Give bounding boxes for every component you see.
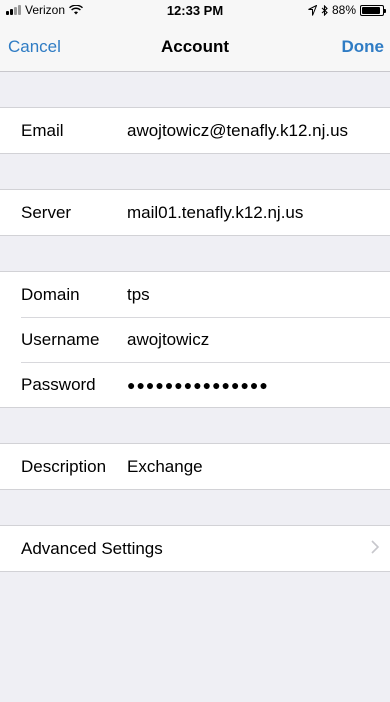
- server-label: Server: [21, 203, 72, 222]
- battery-icon: [360, 4, 386, 16]
- username-field[interactable]: awojtowicz: [127, 330, 209, 350]
- password-label: Password: [21, 375, 96, 394]
- bluetooth-icon: [321, 4, 328, 16]
- credentials-group: Domain tps Username awojtowicz Password …: [0, 271, 390, 408]
- page-title: Account: [161, 37, 229, 56]
- description-group: Description Exchange: [0, 443, 390, 490]
- username-row[interactable]: Username awojtowicz: [0, 317, 390, 362]
- description-label: Description: [21, 457, 107, 476]
- chevron-right-icon: [371, 540, 380, 554]
- server-group: Server mail01.tenafly.k12.nj.us: [0, 189, 390, 236]
- description-row[interactable]: Description Exchange: [0, 444, 390, 489]
- advanced-settings-row[interactable]: Advanced Settings: [0, 526, 390, 571]
- email-field[interactable]: awojtowicz@tenafly.k12.nj.us: [127, 121, 348, 141]
- description-field[interactable]: Exchange: [127, 457, 203, 477]
- account-form: Email awojtowicz@tenafly.k12.nj.us Serve…: [0, 72, 390, 702]
- email-row[interactable]: Email awojtowicz@tenafly.k12.nj.us: [0, 108, 390, 153]
- location-icon: [308, 4, 317, 16]
- server-row[interactable]: Server mail01.tenafly.k12.nj.us: [0, 190, 390, 235]
- server-field[interactable]: mail01.tenafly.k12.nj.us: [127, 203, 303, 223]
- done-button[interactable]: Done: [342, 37, 385, 57]
- status-right: 88%: [308, 3, 386, 17]
- password-row[interactable]: Password ●●●●●●●●●●●●●●●: [0, 362, 390, 407]
- nav-bar: Cancel Account Done: [0, 22, 390, 72]
- password-field[interactable]: ●●●●●●●●●●●●●●●: [127, 377, 269, 393]
- domain-row[interactable]: Domain tps: [0, 272, 390, 317]
- domain-field[interactable]: tps: [127, 285, 150, 305]
- advanced-settings-label: Advanced Settings: [21, 539, 163, 558]
- advanced-group: Advanced Settings: [0, 525, 390, 572]
- domain-label: Domain: [21, 285, 80, 304]
- battery-percent: 88%: [331, 3, 356, 17]
- email-label: Email: [21, 121, 64, 140]
- username-label: Username: [21, 330, 100, 349]
- email-group: Email awojtowicz@tenafly.k12.nj.us: [0, 107, 390, 154]
- status-bar: Verizon 12:33 PM 88%: [0, 0, 390, 22]
